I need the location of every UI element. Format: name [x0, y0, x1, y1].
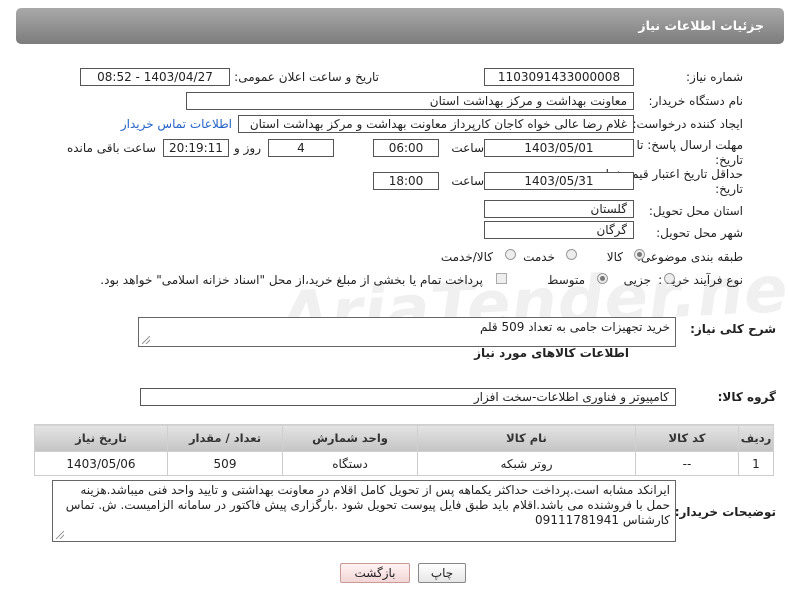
city-label: شهر محل تحویل: [656, 226, 743, 240]
contact-info-link[interactable]: اطلاعات تماس خریدار [121, 117, 232, 131]
col-name-header: نام کالا [417, 424, 636, 452]
summary-label: شرح کلی نیاز: [690, 322, 776, 336]
cell-unit: دستگاه [282, 451, 418, 476]
back-button[interactable]: بازگشت [340, 563, 410, 583]
reply-date-field: 1403/05/01 [484, 139, 634, 157]
cell-name: روتر شبکه [417, 451, 636, 476]
table-header-row: ردیف کد کالا نام کالا واحد شمارش تعداد /… [34, 424, 774, 452]
col-code-header: کد کالا [635, 424, 739, 452]
category-option-goods: کالا [606, 250, 623, 264]
category-label: طبقه بندی موضوعی: [636, 250, 743, 264]
buyer-notes-text: ایرانکد مشابه است.پرداخت حداکثر یکماهه پ… [65, 483, 670, 527]
resize-grip-icon[interactable] [56, 531, 64, 539]
validity-time-field: 18:00 [373, 172, 439, 190]
remaining-time-field: 20:19:11 [163, 139, 229, 157]
process-radio-minor[interactable] [664, 273, 675, 284]
reply-time-label: ساعت [451, 141, 484, 155]
days-field: 4 [268, 139, 334, 157]
summary-text: خرید تجهیزات جامی به تعداد 509 قلم [479, 320, 670, 334]
creator-label: ایجاد کننده درخواست: [632, 117, 743, 131]
cell-date: 1403/05/06 [34, 451, 168, 476]
category-radio-service[interactable] [566, 249, 577, 260]
process-option-minor: جزیی [623, 273, 651, 287]
goods-info-title: اطلاعات کالاهای مورد نیاز [474, 346, 629, 360]
print-button[interactable]: چاپ [418, 563, 466, 583]
reply-deadline-label: مهلت ارسال پاسخ: تا [636, 138, 743, 152]
buyer-org-label: نام دستگاه خریدار: [648, 94, 744, 108]
buyer-notes-field: ایرانکد مشابه است.پرداخت حداکثر یکماهه پ… [52, 480, 676, 542]
city-field: گرگان [484, 221, 634, 239]
treasury-payment-checkbox[interactable] [496, 273, 507, 284]
reply-deadline-label-date: تاریخ: [715, 153, 743, 167]
cell-code: -- [635, 451, 739, 476]
category-radio-goods[interactable] [634, 249, 645, 260]
process-option-medium: متوسط [547, 273, 585, 287]
col-quantity-header: تعداد / مقدار [167, 424, 283, 452]
summary-field: خرید تجهیزات جامی به تعداد 509 قلم [138, 317, 676, 347]
goods-group-field: کامپیوتر و فناوری اطلاعات-سخت افزار [140, 388, 676, 406]
cell-row: 1 [738, 451, 774, 476]
page-title: جزئیات اطلاعات نیاز [638, 18, 764, 33]
payment-note: پرداخت تمام یا بخشی از مبلغ خرید،از محل … [100, 273, 483, 287]
category-option-service: خدمت [523, 250, 555, 264]
announce-label: تاریخ و ساعت اعلان عمومی: [234, 70, 379, 84]
category-option-goods-service: کالا/خدمت [440, 250, 493, 264]
need-number-field: 1103091433000008 [484, 68, 634, 86]
need-number-label: شماره نیاز: [686, 70, 743, 84]
validity-date-field: 1403/05/31 [484, 172, 634, 190]
days-label: روز و [234, 141, 261, 155]
col-date-header: تاریخ نیاز [34, 424, 168, 452]
buyer-org-field: معاونت بهداشت و مرکز بهداشت استان [186, 92, 634, 110]
items-table: ردیف کد کالا نام کالا واحد شمارش تعداد /… [34, 424, 774, 476]
process-radio-medium[interactable] [597, 273, 608, 284]
page-header: جزئیات اطلاعات نیاز [16, 8, 784, 44]
province-label: استان محل تحویل: [648, 204, 743, 218]
reply-time-field: 06:00 [373, 139, 439, 157]
resize-grip-icon[interactable] [142, 336, 150, 344]
province-field: گلستان [484, 200, 634, 218]
remaining-label: ساعت باقی مانده [66, 141, 156, 155]
col-unit-header: واحد شمارش [282, 424, 418, 452]
goods-group-label: گروه کالا: [717, 390, 776, 404]
creator-field: غلام رضا عالی خواه کاجان کارپرداز معاونت… [238, 115, 634, 133]
col-row-header: ردیف [738, 424, 774, 452]
table-row: 1 -- روتر شبکه دستگاه 509 1403/05/06 [34, 451, 774, 476]
buyer-notes-label: توضیحات خریدار: [674, 505, 776, 519]
cell-quantity: 509 [167, 451, 283, 476]
announce-field: 1403/04/27 - 08:52 [80, 68, 230, 86]
validity-label-date: تاریخ: [715, 182, 743, 196]
validity-time-label: ساعت [451, 174, 484, 188]
category-radio-goods-service[interactable] [505, 249, 516, 260]
